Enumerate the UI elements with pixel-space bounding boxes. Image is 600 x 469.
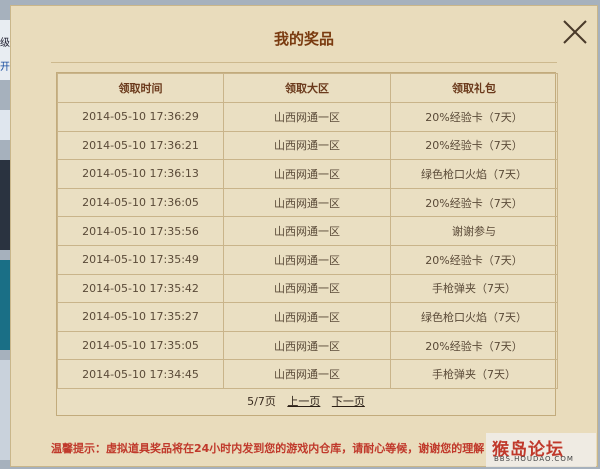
prize-table: 领取时间 领取大区 领取礼包 2014-05-10 17:36:29 山西网通一… — [57, 73, 558, 389]
cell-gift: 绿色枪口火焰（7天） — [390, 302, 558, 332]
cell-region: 山西网通一区 — [223, 159, 391, 189]
table-row: 2014-05-10 17:36:13 山西网通一区 绿色枪口火焰（7天） — [57, 159, 558, 189]
prize-table-container: 领取时间 领取大区 领取礼包 2014-05-10 17:36:29 山西网通一… — [56, 72, 558, 416]
prev-page-link[interactable]: 上一页 — [287, 395, 320, 408]
cell-gift: 20%经验卡（7天） — [390, 330, 558, 361]
prize-modal: 我的奖品 领取时间 领取大区 领取礼包 2014-05-10 17:36:29 … — [10, 5, 598, 467]
notice-text: 温馨提示：虚拟道具奖品将在24小时内发到您的游戏内仓库，请耐心等候，谢谢您的理解 — [51, 442, 485, 455]
cell-time: 2014-05-10 17:36:21 — [57, 130, 224, 161]
table-header-row: 领取时间 领取大区 领取礼包 — [57, 73, 558, 103]
cell-gift: 20%经验卡（7天） — [390, 102, 558, 132]
modal-title: 我的奖品 — [273, 30, 334, 48]
cell-region: 山西网通一区 — [223, 102, 391, 132]
cell-time: 2014-05-10 17:35:05 — [57, 330, 224, 361]
column-header-gift: 领取礼包 — [390, 73, 558, 103]
cell-gift: 20%经验卡（7天） — [390, 187, 558, 218]
cell-region: 山西网通一区 — [223, 330, 391, 361]
column-header-time: 领取时间 — [57, 73, 224, 103]
cell-region: 山西网通一区 — [223, 187, 391, 218]
cell-time: 2014-05-10 17:35:49 — [57, 244, 224, 275]
table-row: 2014-05-10 17:35:42 山西网通一区 手枪弹夹（7天） — [57, 273, 558, 304]
cell-region: 山西网通一区 — [223, 273, 391, 304]
cell-gift: 谢谢参与 — [390, 216, 558, 246]
background-link[interactable]: 开 — [0, 58, 10, 73]
pagination: 5/7页 上一页 下一页 — [57, 393, 555, 409]
cell-time: 2014-05-10 17:36:29 — [57, 102, 224, 132]
cell-gift: 绿色枪口火焰（7天） — [390, 159, 558, 189]
cell-region: 山西网通一区 — [223, 130, 391, 161]
table-row: 2014-05-10 17:34:45 山西网通一区 手枪弹夹（7天） — [57, 359, 558, 389]
cell-time: 2014-05-10 17:35:27 — [57, 302, 224, 332]
cell-time: 2014-05-10 17:35:42 — [57, 273, 224, 304]
cell-gift: 20%经验卡（7天） — [390, 130, 558, 161]
table-row: 2014-05-10 17:36:05 山西网通一区 20%经验卡（7天） — [57, 187, 558, 218]
watermark-url: BBS.HOUDAO.COM — [494, 455, 574, 463]
cell-time: 2014-05-10 17:34:45 — [57, 359, 224, 389]
table-row: 2014-05-10 17:36:29 山西网通一区 20%经验卡（7天） — [57, 102, 558, 132]
table-row: 2014-05-10 17:35:27 山西网通一区 绿色枪口火焰（7天） — [57, 302, 558, 332]
close-icon — [563, 20, 587, 44]
table-row: 2014-05-10 17:36:21 山西网通一区 20%经验卡（7天） — [57, 130, 558, 161]
cell-gift: 20%经验卡（7天） — [390, 244, 558, 275]
divider — [51, 62, 557, 63]
cell-gift: 手枪弹夹（7天） — [390, 273, 558, 304]
column-header-region: 领取大区 — [223, 73, 391, 103]
cell-time: 2014-05-10 17:36:05 — [57, 187, 224, 218]
next-page-link[interactable]: 下一页 — [332, 395, 365, 408]
table-row: 2014-05-10 17:35:05 山西网通一区 20%经验卡（7天） — [57, 330, 558, 361]
watermark-logo: 猴岛论坛 BBS.HOUDAO.COM — [486, 433, 596, 467]
cell-gift: 手枪弹夹（7天） — [390, 359, 558, 389]
cell-region: 山西网通一区 — [223, 302, 391, 332]
cell-time: 2014-05-10 17:36:13 — [57, 159, 224, 189]
close-button[interactable] — [561, 18, 589, 46]
cell-region: 山西网通一区 — [223, 216, 391, 246]
cell-region: 山西网通一区 — [223, 359, 391, 389]
page-indicator: 5/7页 — [247, 395, 276, 408]
table-row: 2014-05-10 17:35:49 山西网通一区 20%经验卡（7天） — [57, 244, 558, 275]
cell-time: 2014-05-10 17:35:56 — [57, 216, 224, 246]
cell-region: 山西网通一区 — [223, 244, 391, 275]
table-row: 2014-05-10 17:35:56 山西网通一区 谢谢参与 — [57, 216, 558, 246]
